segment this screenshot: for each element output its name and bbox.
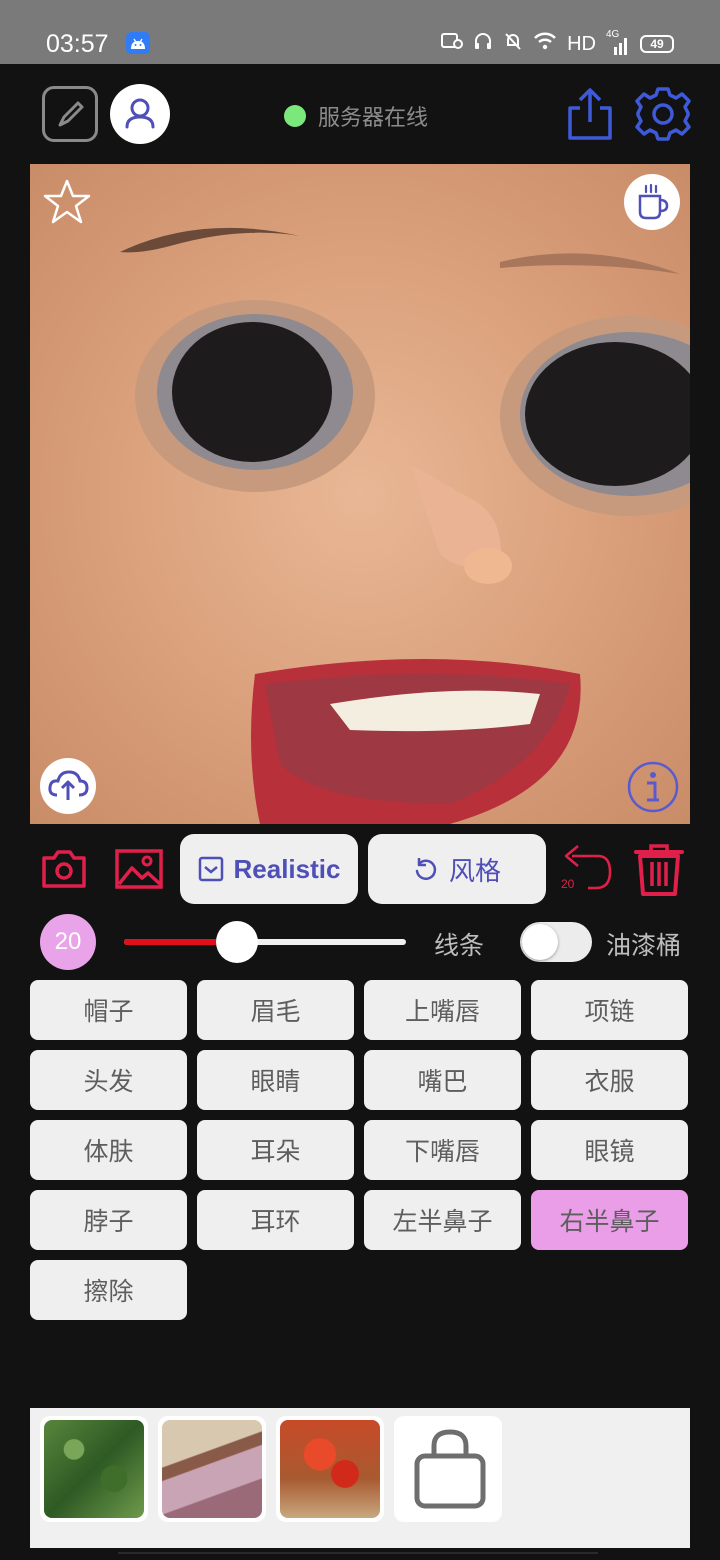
nfc-icon [441, 32, 464, 56]
part-button[interactable]: 衣服 [531, 1050, 688, 1110]
camera-button[interactable] [40, 848, 88, 890]
server-status: 服务器在线 [284, 100, 428, 132]
favorite-star-button[interactable] [42, 178, 92, 226]
face-image [120, 227, 690, 824]
wifi-icon [533, 32, 557, 56]
part-button[interactable]: 左半鼻子 [364, 1190, 521, 1250]
headphones-icon [473, 31, 493, 57]
part-button[interactable]: 上嘴唇 [364, 980, 521, 1040]
part-button[interactable]: 耳环 [197, 1190, 354, 1250]
part-button[interactable]: 耳朵 [197, 1120, 354, 1180]
slider-thumb[interactable] [215, 921, 258, 963]
drawing-canvas[interactable] [30, 164, 690, 824]
style-button[interactable]: 风格 [368, 834, 546, 904]
part-button[interactable]: 下嘴唇 [364, 1120, 521, 1180]
brush-size-slider[interactable] [124, 939, 406, 945]
part-button[interactable]: 眉毛 [197, 980, 354, 1040]
paint-bucket-label: 油漆桶 [606, 931, 682, 960]
cloud-upload-button[interactable] [40, 758, 96, 814]
part-button[interactable]: 帽子 [30, 980, 187, 1040]
info-icon [627, 761, 679, 813]
part-button[interactable]: 嘴巴 [364, 1050, 521, 1110]
part-button[interactable]: 擦除 [30, 1260, 187, 1320]
realistic-mode-label: Realistic [233, 853, 341, 884]
checkbox-icon [198, 856, 223, 882]
edit-pencil-icon [58, 101, 84, 127]
part-button[interactable]: 右半鼻子 [531, 1190, 688, 1250]
material-thumbnail[interactable] [40, 1416, 148, 1522]
cloud-upload-icon [48, 770, 89, 800]
edit-button[interactable] [42, 86, 98, 142]
delete-button[interactable] [632, 842, 686, 896]
lavender-bouquet-thumbnail [162, 1420, 262, 1518]
brush-size-badge: 20 [40, 914, 96, 970]
part-button[interactable]: 项链 [531, 980, 688, 1040]
style-label: 风格 [448, 856, 501, 887]
line-mode-label: 线条 [434, 931, 485, 960]
green-foliage-thumbnail [44, 1420, 144, 1518]
part-button[interactable]: 头发 [30, 1050, 187, 1110]
share-icon [568, 88, 612, 140]
gear-icon [635, 87, 691, 141]
signal-type: 4G [606, 29, 620, 40]
network-type: HD [567, 32, 596, 55]
server-status-dot [284, 105, 306, 127]
status-bar: 03:57 HD 4G 49 [0, 0, 720, 64]
shop-button[interactable] [394, 1416, 502, 1522]
battery-indicator: 49 [640, 35, 674, 53]
coffee-cup-icon [638, 183, 669, 220]
material-thumbnail[interactable] [276, 1416, 384, 1522]
coffee-button[interactable] [624, 174, 680, 230]
paint-bucket-toggle[interactable] [520, 922, 592, 962]
gallery-button[interactable] [114, 848, 164, 890]
cell-signal-icon: 4G [606, 29, 630, 55]
shopping-bag-icon [414, 1429, 486, 1509]
red-flowers-thumbnail [280, 1420, 380, 1518]
part-button[interactable]: 体肤 [30, 1120, 187, 1180]
user-icon [125, 98, 155, 129]
mute-bell-icon [503, 31, 523, 57]
navigation-hint [118, 1552, 598, 1560]
material-strip [30, 1408, 690, 1548]
server-status-text: 服务器在线 [318, 106, 429, 131]
part-button[interactable]: 眼镜 [531, 1120, 688, 1180]
undo-count: 20 [561, 877, 575, 891]
part-button[interactable]: 脖子 [30, 1190, 187, 1250]
star-icon [43, 179, 91, 224]
image-icon [115, 849, 163, 889]
user-profile-button[interactable] [110, 84, 170, 144]
trash-icon [634, 844, 684, 896]
part-button[interactable]: 眼睛 [197, 1050, 354, 1110]
share-button[interactable] [564, 86, 616, 142]
status-icons: HD 4G 49 [441, 29, 674, 58]
status-time: 03:57 [46, 30, 109, 58]
info-button[interactable] [626, 760, 680, 814]
camera-icon [42, 850, 86, 888]
refresh-icon [415, 858, 437, 880]
part-selector-grid: 帽子 眉毛 上嘴唇 项链头发 眼睛 嘴巴 衣服体肤 耳朵 下嘴唇 眼镜脖子 耳环 左半鼻子 右半鼻子擦除 [30, 980, 690, 1320]
toggle-knob [522, 924, 558, 960]
android-notification-icon [126, 32, 150, 54]
material-thumbnail[interactable] [158, 1416, 266, 1522]
settings-button[interactable] [634, 84, 692, 144]
realistic-mode-button[interactable]: Realistic [180, 834, 358, 904]
